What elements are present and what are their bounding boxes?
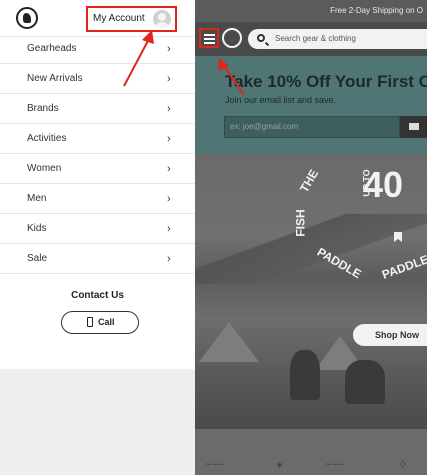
hero-subtitle: Join our email list and save. (225, 95, 337, 105)
search-input[interactable]: Search gear & clothing (248, 29, 427, 49)
chevron-right-icon: › (167, 73, 171, 85)
menu-item-label: Kids (27, 223, 47, 234)
my-account-button[interactable]: My Account (86, 6, 177, 32)
menu-item-gearheads[interactable]: Gearheads › (0, 34, 195, 64)
avatar-icon (153, 10, 171, 28)
email-placeholder: ex: joe@gmail.com (230, 122, 299, 131)
search-icon (257, 34, 265, 42)
site-header: Search gear & clothing (195, 22, 427, 56)
my-account-label: My Account (93, 13, 145, 24)
menu-header: My Account (0, 0, 195, 37)
side-menu: My Account Gearheads › New Arrivals › Br… (0, 0, 195, 475)
menu-item-sale[interactable]: Sale › (0, 244, 195, 274)
menu-list: Gearheads › New Arrivals › Brands › Acti… (0, 34, 195, 274)
call-button[interactable]: Call (61, 311, 139, 334)
banner-word-paddle-2: PADDLE (380, 252, 427, 282)
shop-now-button[interactable]: Shop Now (353, 324, 427, 346)
menu-item-men[interactable]: Men › (0, 184, 195, 214)
menu-item-label: Women (27, 163, 62, 174)
menu-item-label: Activities (27, 133, 67, 144)
background-page: Free 2-Day Shipping on O Search gear & c… (195, 0, 427, 475)
chevron-right-icon: › (167, 253, 171, 265)
campers-image (290, 350, 320, 400)
menu-item-label: Men (27, 193, 47, 204)
email-field[interactable]: ex: joe@gmail.com (224, 116, 400, 138)
tent-image (199, 322, 259, 362)
mail-icon (409, 123, 419, 130)
brand-logos-strip: ~~~ ✶ ~~~ ◊ (195, 429, 427, 475)
phone-icon (87, 317, 93, 327)
email-submit-button[interactable] (400, 116, 427, 138)
banner-word-the: THE (296, 167, 322, 195)
menu-item-new-arrivals[interactable]: New Arrivals › (0, 64, 195, 94)
chevron-right-icon: › (167, 163, 171, 175)
brand-logo-icon[interactable] (16, 7, 38, 29)
banner-word-fish: FISH (293, 209, 308, 237)
menu-item-label: Brands (27, 103, 59, 114)
contact-us-heading: Contact Us (71, 290, 124, 301)
menu-item-women[interactable]: Women › (0, 154, 195, 184)
chevron-right-icon: › (167, 103, 171, 115)
email-signup-hero: Take 10% Off Your First O Join our email… (195, 56, 427, 154)
banner-percent: 40 (363, 164, 404, 205)
menu-item-activities[interactable]: Activities › (0, 124, 195, 154)
chevron-right-icon: › (167, 223, 171, 235)
search-placeholder: Search gear & clothing (275, 34, 356, 43)
menu-item-brands[interactable]: Brands › (0, 94, 195, 124)
chevron-right-icon: › (167, 133, 171, 145)
banner-word-paddle: PADDLE (314, 244, 364, 282)
call-label: Call (98, 317, 115, 327)
hero-title: Take 10% Off Your First O (225, 72, 427, 91)
menu-item-kids[interactable]: Kids › (0, 214, 195, 244)
chevron-right-icon: › (167, 193, 171, 205)
chevron-right-icon: › (167, 43, 171, 55)
menu-item-label: Gearheads (27, 43, 77, 54)
hamburger-menu-icon[interactable] (199, 28, 219, 48)
promo-banner[interactable]: THE FISH PADDLE PADDLE UP TO 40 Shop Now (195, 154, 427, 429)
menu-item-label: Sale (27, 253, 48, 264)
menu-item-label: New Arrivals (27, 73, 83, 84)
shipping-promo-bar: Free 2-Day Shipping on O (195, 0, 427, 22)
menu-footer (0, 369, 195, 475)
site-logo-icon[interactable] (222, 28, 242, 48)
